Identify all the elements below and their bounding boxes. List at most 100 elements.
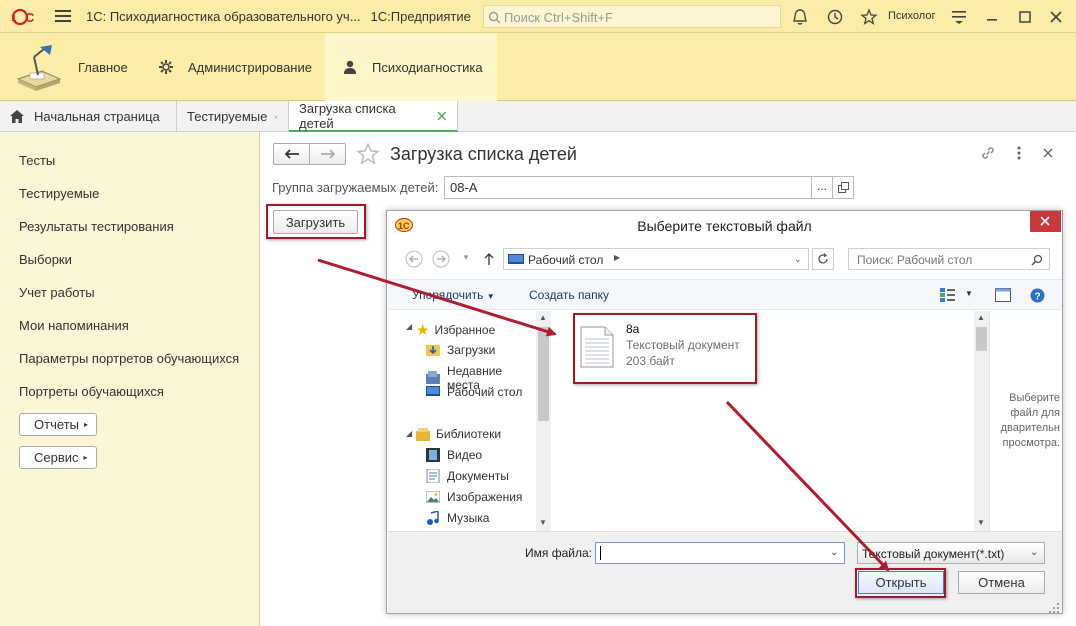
scroll-down-icon[interactable]: ▼ bbox=[977, 518, 985, 527]
cancel-button[interactable]: Отмена bbox=[958, 571, 1045, 594]
file-list-scrollbar[interactable]: ▲ ▼ bbox=[974, 311, 989, 531]
group-input[interactable]: 08-А bbox=[444, 176, 812, 199]
section-psychodiagnostics[interactable]: Психодиагностика bbox=[325, 33, 497, 101]
favorite-star-icon[interactable] bbox=[356, 142, 380, 166]
tree-video[interactable]: Видео bbox=[426, 448, 482, 462]
address-dropdown-icon[interactable]: ⌄ bbox=[794, 254, 802, 265]
refresh-icon bbox=[818, 253, 828, 264]
bell-icon[interactable] bbox=[791, 8, 809, 26]
star-icon[interactable] bbox=[860, 8, 878, 26]
nav-item-tests[interactable]: Тесты bbox=[19, 153, 55, 168]
title-bar: 1 С 1С: Психодиагностика образовательног… bbox=[0, 0, 1076, 33]
hamburger-menu-icon[interactable] bbox=[55, 9, 71, 23]
tab-home[interactable]: Начальная страница bbox=[0, 101, 177, 132]
folder-tree: ★ Избранное ◢ Загрузки Недавние места Раб… bbox=[388, 311, 538, 531]
close-form-icon[interactable] bbox=[1042, 147, 1054, 159]
more-actions-icon[interactable] bbox=[1012, 145, 1026, 161]
dialog-search-placeholder: Поиск: Рабочий стол bbox=[857, 253, 973, 267]
reports-menu-button[interactable]: Отчеты ▸ bbox=[19, 413, 97, 436]
section-navigation: Тесты Тестируемые Результаты тестировани… bbox=[0, 132, 260, 626]
section-administration-label: Администрирование bbox=[188, 59, 312, 75]
tree-images[interactable]: Изображения bbox=[426, 490, 522, 504]
tab-testees[interactable]: Тестируемые bbox=[177, 101, 289, 132]
tab-load-children[interactable]: Загрузка списка детей bbox=[289, 101, 458, 132]
dialog-title: Выберите текстовый файл bbox=[637, 218, 812, 234]
resize-grip-icon[interactable] bbox=[1049, 603, 1059, 613]
breadcrumb-arrow-icon[interactable]: ▶ bbox=[614, 253, 620, 262]
filename-input[interactable]: ⌄ bbox=[595, 542, 845, 564]
refresh-button[interactable] bbox=[812, 248, 834, 270]
preview-pane: Выберите файл для дварительн просмотра. bbox=[989, 311, 1062, 531]
tree-libraries[interactable]: Библиотеки bbox=[416, 427, 501, 441]
close-window-icon[interactable] bbox=[1047, 8, 1065, 26]
recent-places-icon bbox=[426, 371, 440, 384]
nav-item-portraits[interactable]: Портреты обучающихся bbox=[19, 384, 164, 399]
nav-item-testees[interactable]: Тестируемые bbox=[19, 186, 99, 201]
collapse-arrow-icon[interactable]: ◢ bbox=[406, 322, 412, 331]
filename-dropdown-icon[interactable]: ⌄ bbox=[830, 547, 838, 558]
nav-item-samples[interactable]: Выборки bbox=[19, 252, 72, 267]
tree-scrollbar-thumb[interactable] bbox=[538, 327, 549, 421]
section-administration[interactable]: Администрирование bbox=[148, 33, 324, 101]
scroll-up-icon[interactable]: ▲ bbox=[977, 313, 985, 322]
filename-label: Имя файла: bbox=[525, 546, 592, 560]
section-main[interactable]: Главное bbox=[78, 33, 138, 101]
tree-scrollbar[interactable]: ▲ ▼ bbox=[536, 311, 551, 531]
tree-images-label: Изображения bbox=[447, 490, 523, 504]
view-dropdown-icon[interactable]: ▼ bbox=[965, 289, 973, 298]
minimize-icon[interactable] bbox=[983, 8, 1001, 26]
link-icon[interactable] bbox=[980, 145, 996, 161]
history-icon[interactable] bbox=[826, 8, 844, 26]
cancel-button-label: Отмена bbox=[978, 575, 1025, 590]
nav-item-reminders[interactable]: Мои напоминания bbox=[19, 318, 129, 333]
collapse-arrow-icon[interactable]: ◢ bbox=[406, 429, 412, 438]
open-group-button[interactable] bbox=[832, 176, 854, 199]
address-bar[interactable]: Рабочий стол ▶ ⌄ bbox=[503, 248, 809, 270]
search-icon bbox=[1031, 254, 1043, 266]
recent-locations-chevron-icon[interactable]: ▼ bbox=[462, 253, 470, 262]
new-folder-button[interactable]: Создать папку bbox=[529, 288, 609, 302]
nav-back-icon[interactable] bbox=[405, 250, 423, 268]
nav-item-work-log[interactable]: Учет работы bbox=[19, 285, 95, 300]
downloads-folder-icon bbox=[426, 345, 440, 356]
tree-downloads[interactable]: Загрузки bbox=[426, 343, 495, 357]
select-group-button[interactable]: ... bbox=[811, 176, 833, 199]
help-icon[interactable]: ? bbox=[1030, 288, 1045, 303]
file-open-dialog: 1С Выберите текстовый файл ▼ Рабочий сто… bbox=[386, 210, 1063, 614]
global-search-input[interactable]: Поиск Ctrl+Shift+F bbox=[483, 5, 781, 28]
dialog-close-button[interactable] bbox=[1030, 211, 1061, 232]
nav-item-test-results[interactable]: Результаты тестирования bbox=[19, 219, 174, 234]
file-list-scrollbar-thumb[interactable] bbox=[976, 327, 987, 351]
nav-item-portrait-params[interactable]: Параметры портретов обучающихся bbox=[19, 351, 239, 366]
back-button[interactable] bbox=[273, 143, 310, 165]
tree-favorites[interactable]: ★ Избранное bbox=[416, 321, 495, 339]
caret-right-icon: ▸ bbox=[83, 420, 88, 429]
gear-icon bbox=[159, 60, 173, 74]
tree-documents[interactable]: Документы bbox=[426, 469, 509, 483]
dialog-search-input[interactable]: Поиск: Рабочий стол bbox=[848, 248, 1050, 270]
preview-pane-icon[interactable] bbox=[995, 288, 1011, 302]
file-type-filter-select[interactable]: Текстовый документ(*.txt) ⌄ bbox=[857, 542, 1045, 564]
close-tab-icon[interactable] bbox=[437, 111, 447, 121]
caret-right-icon: ▸ bbox=[83, 453, 88, 462]
organize-button[interactable]: Упорядочить ▼ bbox=[412, 288, 495, 302]
up-arrow-icon[interactable] bbox=[483, 252, 495, 266]
tree-desktop[interactable]: Рабочий стол bbox=[426, 385, 522, 399]
svg-text:1: 1 bbox=[11, 13, 17, 24]
tree-music[interactable]: Музыка bbox=[426, 511, 489, 525]
scroll-up-icon[interactable]: ▲ bbox=[539, 313, 547, 322]
settings-menu-icon[interactable] bbox=[950, 8, 968, 26]
close-icon bbox=[1040, 216, 1050, 226]
forward-button[interactable] bbox=[309, 143, 346, 165]
user-name[interactable]: Психолог bbox=[888, 10, 935, 22]
maximize-icon[interactable] bbox=[1016, 8, 1034, 26]
preview-hint-line: просмотра. bbox=[1002, 437, 1060, 449]
service-menu-button[interactable]: Сервис ▸ bbox=[19, 446, 97, 469]
close-tab-icon[interactable] bbox=[274, 112, 278, 122]
svg-text:?: ? bbox=[1035, 292, 1041, 303]
view-options-icon[interactable] bbox=[940, 288, 956, 302]
1c-logo-icon[interactable]: 1 С bbox=[8, 8, 42, 26]
scroll-down-icon[interactable]: ▼ bbox=[539, 518, 547, 527]
nav-forward-icon[interactable] bbox=[432, 250, 450, 268]
form-title: Загрузка списка детей bbox=[390, 144, 577, 164]
